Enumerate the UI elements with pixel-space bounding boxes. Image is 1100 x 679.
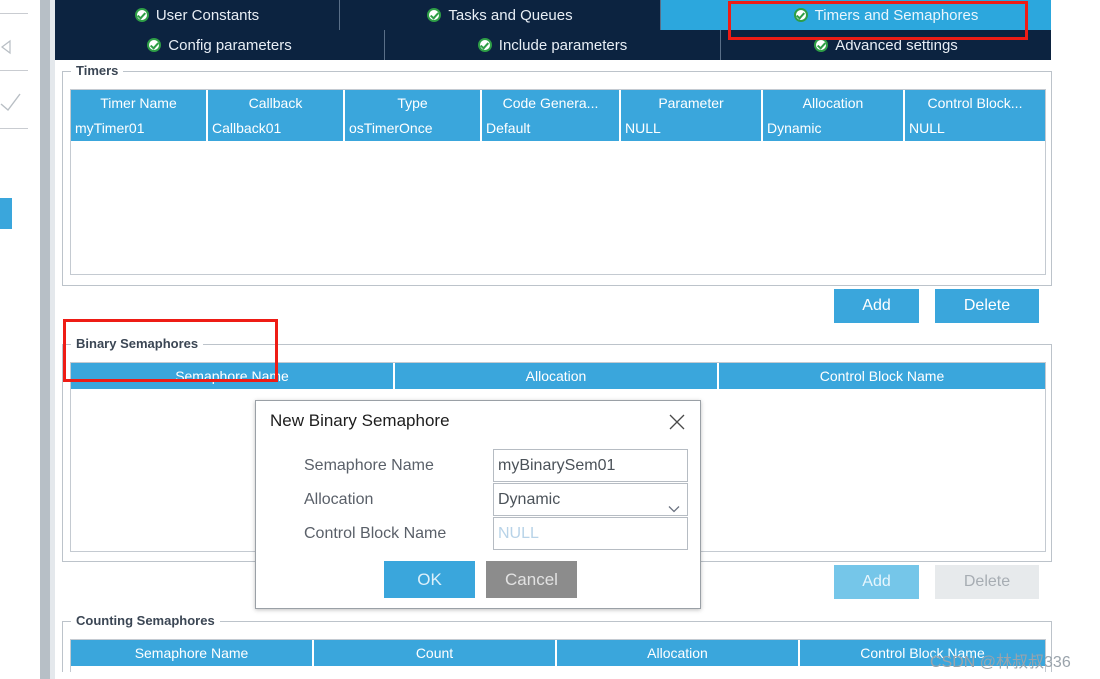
right-edge-strip: [1090, 0, 1100, 679]
cancel-button[interactable]: Cancel: [486, 561, 577, 598]
binary-semaphores-table: Semaphore Name Allocation Control Block …: [71, 363, 1045, 389]
tab-advanced-settings[interactable]: Advanced settings: [721, 30, 1051, 60]
counting-sem-col-header[interactable]: Semaphore Name: [71, 640, 314, 666]
tab-row-primary: User Constants Tasks and Queues Timers a…: [55, 0, 1051, 30]
timers-col-header[interactable]: Callback: [208, 90, 345, 116]
counting-semaphores-table: Semaphore Name Count Allocation Control …: [71, 640, 1045, 666]
green-check-icon: [793, 8, 808, 22]
tab-config-parameters[interactable]: Config parameters: [55, 30, 385, 60]
timers-col-header[interactable]: Control Block...: [905, 90, 1045, 116]
timers-cell: myTimer01: [71, 116, 208, 141]
close-icon[interactable]: [666, 411, 688, 433]
binary-semaphores-delete-button: Delete: [935, 565, 1039, 599]
allocation-select[interactable]: Dynamic: [493, 483, 688, 516]
left-rail: [0, 0, 28, 679]
tab-label: Timers and Semaphores: [814, 6, 979, 24]
rail-active-indicator[interactable]: [0, 198, 12, 229]
tab-include-parameters[interactable]: Include parameters: [385, 30, 721, 60]
control-block-name-label: Control Block Name: [304, 525, 447, 542]
green-check-icon: [814, 38, 829, 52]
counting-semaphores-header-row: Semaphore Name Count Allocation Control …: [71, 640, 1045, 666]
new-binary-semaphore-dialog: New Binary Semaphore Semaphore Name myBi…: [255, 400, 701, 609]
semaphore-name-row: Semaphore Name myBinarySem01: [270, 449, 688, 482]
timers-col-header[interactable]: Parameter: [621, 90, 763, 116]
control-block-name-row: Control Block Name NULL: [270, 517, 688, 550]
allocation-row: Allocation Dynamic: [270, 483, 688, 516]
tab-label: Include parameters: [498, 36, 628, 54]
tab-label: Tasks and Queues: [448, 6, 573, 24]
tab-user-constants[interactable]: User Constants: [55, 0, 340, 30]
binary-sem-col-header[interactable]: Semaphore Name: [71, 363, 395, 389]
check-icon[interactable]: [0, 88, 26, 114]
timers-cell: NULL: [621, 116, 763, 141]
counting-semaphores-group: Counting Semaphores Semaphore Name Count…: [62, 613, 1052, 679]
rail-divider-3: [0, 128, 28, 129]
dialog-title: New Binary Semaphore: [270, 411, 450, 430]
green-check-icon: [134, 8, 149, 22]
tab-spacer: [661, 0, 721, 30]
bottom-edge-strip: [55, 672, 1090, 679]
timers-col-header[interactable]: Code Genera...: [482, 90, 621, 116]
timers-cell: NULL: [905, 116, 1045, 141]
ok-button[interactable]: OK: [384, 561, 475, 598]
tab-label: Config parameters: [168, 36, 292, 54]
tab-label: User Constants: [155, 6, 260, 24]
counting-sem-col-header[interactable]: Count: [314, 640, 557, 666]
table-row[interactable]: myTimer01 Callback01 osTimerOnce Default…: [71, 116, 1045, 141]
tab-timers-and-semaphores[interactable]: Timers and Semaphores: [721, 0, 1051, 30]
app-window: User Constants Tasks and Queues Timers a…: [0, 0, 1100, 679]
rail-divider-2: [0, 70, 28, 71]
tab-tasks-and-queues[interactable]: Tasks and Queues: [340, 0, 661, 30]
rail-divider-1: [0, 13, 28, 14]
timers-cell: Dynamic: [763, 116, 905, 141]
semaphore-name-label: Semaphore Name: [304, 457, 434, 474]
timers-legend: Timers: [71, 63, 124, 78]
tab-row-secondary: Config parameters Include parameters Adv…: [55, 30, 1051, 60]
rail-separator: [40, 0, 50, 679]
green-check-icon: [477, 38, 492, 52]
counting-sem-col-header[interactable]: Control Block Name: [800, 640, 1045, 666]
binary-sem-col-header[interactable]: Allocation: [395, 363, 719, 389]
counting-semaphores-legend: Counting Semaphores: [71, 613, 220, 628]
control-block-name-input[interactable]: NULL: [493, 517, 688, 550]
timers-group: Timers Timer Name Callback Type Code Gen…: [62, 63, 1052, 286]
timers-cell: Default: [482, 116, 621, 141]
chevron-down-icon: [668, 495, 680, 513]
tab-label: Advanced settings: [835, 36, 958, 54]
timers-cell: osTimerOnce: [345, 116, 482, 141]
semaphore-name-input[interactable]: myBinarySem01: [493, 449, 688, 482]
tab-bar: User Constants Tasks and Queues Timers a…: [55, 0, 1051, 60]
green-check-icon: [147, 38, 162, 52]
timers-header-row: Timer Name Callback Type Code Genera... …: [71, 90, 1045, 116]
timers-table: Timer Name Callback Type Code Genera... …: [71, 90, 1045, 141]
binary-semaphores-legend: Binary Semaphores: [71, 336, 204, 351]
arrow-icon[interactable]: [0, 34, 26, 60]
green-check-icon: [427, 8, 442, 22]
counting-sem-col-header[interactable]: Allocation: [557, 640, 800, 666]
timers-add-button[interactable]: Add: [834, 289, 919, 323]
timers-delete-button[interactable]: Delete: [935, 289, 1039, 323]
timers-col-header[interactable]: Allocation: [763, 90, 905, 116]
timers-col-header[interactable]: Timer Name: [71, 90, 208, 116]
timers-col-header[interactable]: Type: [345, 90, 482, 116]
binary-semaphores-header-row: Semaphore Name Allocation Control Block …: [71, 363, 1045, 389]
timers-cell: Callback01: [208, 116, 345, 141]
allocation-label: Allocation: [304, 491, 374, 508]
binary-sem-col-header[interactable]: Control Block Name: [719, 363, 1045, 389]
binary-semaphores-add-button[interactable]: Add: [834, 565, 919, 599]
